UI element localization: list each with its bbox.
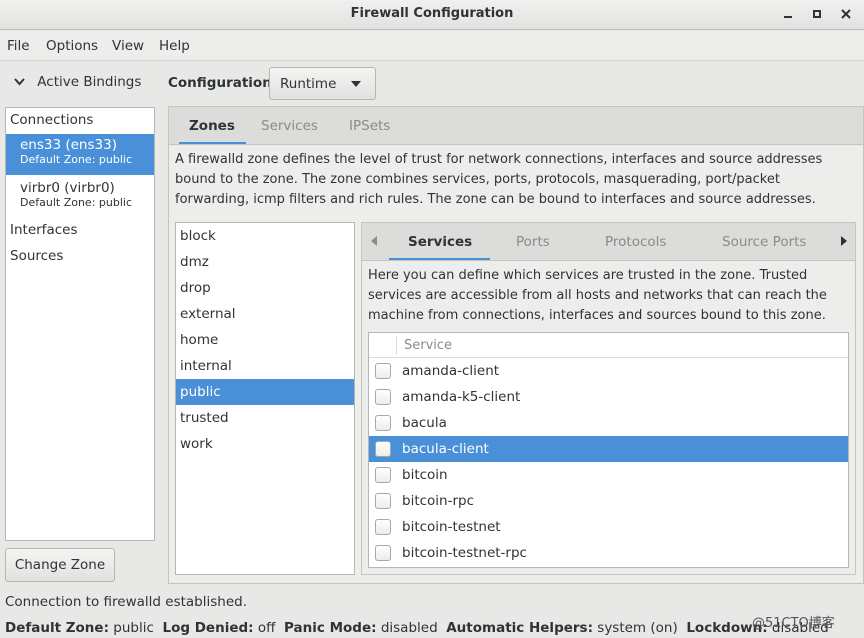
menu-view[interactable]: View	[112, 38, 144, 54]
menu-help[interactable]: Help	[159, 38, 190, 54]
service-checkbox[interactable]	[375, 363, 391, 379]
change-zone-button[interactable]: Change Zone	[5, 548, 115, 582]
zone-description: A firewalld zone defines the level of tr…	[175, 152, 823, 207]
zone-item-dmz[interactable]: dmz	[176, 249, 354, 275]
watermark: @51CTO博客	[752, 616, 835, 631]
menu-file[interactable]: File	[7, 38, 30, 54]
table-row[interactable]: bacula-client	[369, 436, 848, 462]
service-checkbox[interactable]	[375, 415, 391, 431]
scroll-left-icon[interactable]	[371, 236, 377, 246]
table-row[interactable]: amanda-client	[369, 358, 848, 384]
tab-services[interactable]: Services	[261, 118, 318, 134]
table-row[interactable]: bitcoin-testnet	[369, 514, 848, 540]
connection-zone: Default Zone: public	[20, 196, 132, 209]
service-checkbox[interactable]	[375, 545, 391, 561]
service-checkbox[interactable]	[375, 441, 391, 457]
service-name: amanda-client	[402, 363, 500, 379]
services-table-header: Service	[369, 333, 848, 358]
service-name: bitcoin	[402, 467, 448, 483]
table-row[interactable]: amanda-k5-client	[369, 384, 848, 410]
zone-item-internal[interactable]: internal	[176, 353, 354, 379]
scroll-right-icon[interactable]	[841, 236, 847, 246]
connection-item-virbr0[interactable]: virbr0 (virbr0) Default Zone: public	[6, 177, 154, 217]
automatic-helpers-value: system (on)	[597, 620, 678, 636]
service-checkbox[interactable]	[375, 519, 391, 535]
section-connections[interactable]: Connections	[6, 112, 154, 128]
menu-options[interactable]: Options	[46, 38, 98, 54]
window-title: Firewall Configuration	[350, 6, 514, 21]
maximize-icon	[813, 9, 821, 18]
service-name: bacula	[402, 415, 447, 431]
connection-name: virbr0 (virbr0)	[20, 180, 115, 196]
column-separator	[396, 336, 397, 355]
section-sources[interactable]: Sources	[6, 248, 154, 264]
connection-zone: Default Zone: public	[20, 153, 132, 166]
configuration-label: Configuration:	[168, 75, 278, 91]
configuration-select[interactable]: Runtime	[269, 67, 376, 100]
service-name: bitcoin-testnet	[402, 519, 501, 535]
zone-item-work[interactable]: work	[176, 431, 354, 457]
configuration-value: Runtime	[280, 76, 337, 92]
services-description: Here you can define which services are t…	[368, 268, 827, 323]
table-row[interactable]: bitcoin-testnet-rpc	[369, 540, 848, 566]
service-name: bitcoin-rpc	[402, 493, 475, 509]
services-table: Service amanda-client amanda-k5-client b…	[368, 332, 849, 568]
close-icon	[841, 8, 851, 19]
default-zone-value: public	[113, 620, 154, 636]
table-row[interactable]: bitcoin-rpc	[369, 488, 848, 514]
service-name: bacula-client	[402, 441, 489, 457]
active-bindings-toggle[interactable]: Active Bindings	[14, 74, 141, 94]
zone-item-drop[interactable]: drop	[176, 275, 354, 301]
service-checkbox[interactable]	[375, 493, 391, 509]
status-message: Connection to firewalld established.	[5, 594, 247, 610]
status-summary: Default Zone: public Log Denied: off Pan…	[5, 620, 829, 636]
service-name: bitcoin-testnet-rpc	[402, 545, 527, 561]
title-bar: Firewall Configuration	[0, 0, 864, 30]
subtab-protocols[interactable]: Protocols	[605, 234, 666, 250]
log-denied-value: off	[257, 620, 276, 636]
maximize-button[interactable]	[807, 4, 827, 24]
default-zone-label: Default Zone:	[5, 620, 109, 636]
zone-item-block[interactable]: block	[176, 223, 354, 249]
close-button[interactable]	[836, 4, 856, 24]
subtab-services[interactable]: Services	[408, 234, 472, 250]
service-checkbox[interactable]	[375, 389, 391, 405]
dropdown-arrow-icon	[351, 81, 361, 87]
minimize-button[interactable]	[778, 4, 798, 24]
zone-item-external[interactable]: external	[176, 301, 354, 327]
table-row[interactable]: bitcoin	[369, 462, 848, 488]
bindings-list: Connections ens33 (ens33) Default Zone: …	[5, 107, 155, 541]
subtab-ports[interactable]: Ports	[516, 234, 550, 250]
zone-item-home[interactable]: home	[176, 327, 354, 353]
panic-mode-label: Panic Mode:	[284, 620, 377, 636]
zone-item-public[interactable]: public	[176, 379, 354, 405]
service-checkbox[interactable]	[375, 467, 391, 483]
zones-list: block dmz drop external home internal pu…	[175, 222, 355, 575]
active-bindings-label: Active Bindings	[37, 74, 142, 90]
minimize-icon	[784, 15, 792, 18]
table-row[interactable]: bacula	[369, 410, 848, 436]
main-tab-bar: Zones Services IPSets	[168, 106, 864, 145]
chevron-down-icon	[14, 78, 25, 86]
log-denied-label: Log Denied:	[162, 620, 254, 636]
menu-bar: File Options View Help	[0, 31, 864, 61]
zone-settings-tab-bar: Services Ports Protocols Source Ports	[361, 222, 856, 261]
tab-zones[interactable]: Zones	[189, 118, 235, 134]
connection-item-ens33[interactable]: ens33 (ens33) Default Zone: public	[6, 134, 154, 175]
tab-ipsets[interactable]: IPSets	[349, 118, 390, 134]
zone-item-trusted[interactable]: trusted	[176, 405, 354, 431]
panic-mode-value: disabled	[380, 620, 438, 636]
service-column-header[interactable]: Service	[404, 338, 452, 353]
connection-name: ens33 (ens33)	[20, 137, 117, 153]
section-interfaces[interactable]: Interfaces	[6, 222, 154, 238]
automatic-helpers-label: Automatic Helpers:	[446, 620, 593, 636]
service-name: amanda-k5-client	[402, 389, 521, 405]
subtab-source-ports[interactable]: Source Ports	[722, 234, 806, 250]
